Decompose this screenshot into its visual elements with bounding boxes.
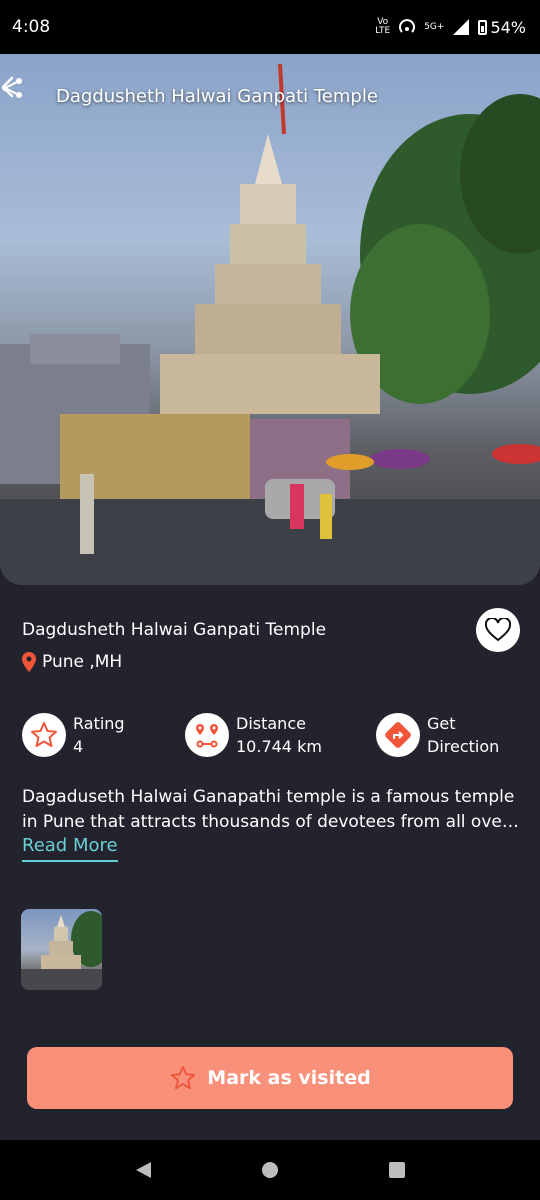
rating-icon-circle bbox=[22, 713, 66, 757]
place-title: Dagdusheth Halwai Ganpati Temple bbox=[22, 620, 327, 640]
share-button[interactable] bbox=[2, 78, 518, 111]
mark-visited-label: Mark as visited bbox=[207, 1067, 371, 1089]
page-title: Dagdusheth Halwai Ganpati Temple bbox=[56, 85, 378, 107]
nav-back-button[interactable] bbox=[123, 1150, 163, 1190]
status-icons: Vo LTE 5G+ 54% bbox=[375, 18, 526, 37]
nav-recents-button[interactable] bbox=[377, 1150, 417, 1190]
favorite-button[interactable] bbox=[476, 608, 520, 652]
temple-illustration bbox=[0, 63, 540, 585]
star-icon bbox=[31, 722, 57, 747]
direction-icon bbox=[385, 722, 411, 748]
distance-value: 10.744 km bbox=[236, 737, 322, 756]
battery-percent: 54% bbox=[490, 17, 526, 37]
status-time: 4:08 bbox=[12, 17, 51, 37]
direction-label-line2: Direction bbox=[427, 737, 500, 756]
rating-label: Rating bbox=[73, 714, 125, 733]
square-recents-icon bbox=[388, 1162, 405, 1178]
gallery-thumbnail[interactable] bbox=[21, 909, 102, 990]
hero-image: Dagdusheth Halwai Ganpati Temple bbox=[0, 54, 540, 585]
read-more-link[interactable]: Read More bbox=[22, 835, 118, 862]
route-icon bbox=[196, 724, 218, 748]
rating-value: 4 bbox=[73, 737, 84, 756]
description-text: Dagaduseth Halwai Ganapathi temple is a … bbox=[22, 787, 515, 832]
nav-home-button[interactable] bbox=[250, 1150, 290, 1190]
battery-icon bbox=[478, 19, 488, 35]
mark-visited-button[interactable]: Mark as visited bbox=[27, 1047, 513, 1109]
place-title-row: Dagdusheth Halwai Ganpati Temple bbox=[22, 608, 520, 652]
star-outline-icon bbox=[171, 1065, 196, 1090]
signal-icon bbox=[453, 19, 470, 35]
signal-type: 5G+ bbox=[424, 21, 445, 32]
circle-home-icon bbox=[261, 1162, 278, 1178]
triangle-back-icon bbox=[136, 1162, 152, 1178]
distance-icon-circle bbox=[185, 713, 229, 757]
hotspot-icon bbox=[399, 19, 416, 33]
stats-row: Rating 4 Distance 10.744 km Get Directio… bbox=[22, 712, 522, 764]
volte-indicator: Vo LTE bbox=[375, 17, 391, 36]
rating-stat: Rating 4 bbox=[22, 712, 125, 758]
system-nav-bar bbox=[0, 1140, 540, 1200]
heart-icon bbox=[485, 618, 511, 642]
location-pin-icon bbox=[22, 652, 36, 672]
location-row: Pune ,MH bbox=[22, 652, 122, 672]
thumbnail-image bbox=[21, 911, 102, 990]
hero-header: Dagdusheth Halwai Ganpati Temple bbox=[0, 76, 540, 116]
back-button[interactable] bbox=[1, 76, 46, 111]
direction-icon-circle bbox=[376, 713, 420, 757]
distance-label: Distance bbox=[236, 714, 306, 733]
location-text: Pune ,MH bbox=[42, 652, 123, 672]
share-icon bbox=[2, 78, 22, 98]
status-bar: 4:08 Vo LTE 5G+ 54% bbox=[0, 0, 540, 54]
direction-label-line1: Get bbox=[427, 714, 456, 733]
get-direction-button[interactable]: Get Direction bbox=[376, 712, 499, 758]
battery-indicator: 54% bbox=[478, 18, 526, 37]
distance-stat: Distance 10.744 km bbox=[185, 712, 322, 758]
